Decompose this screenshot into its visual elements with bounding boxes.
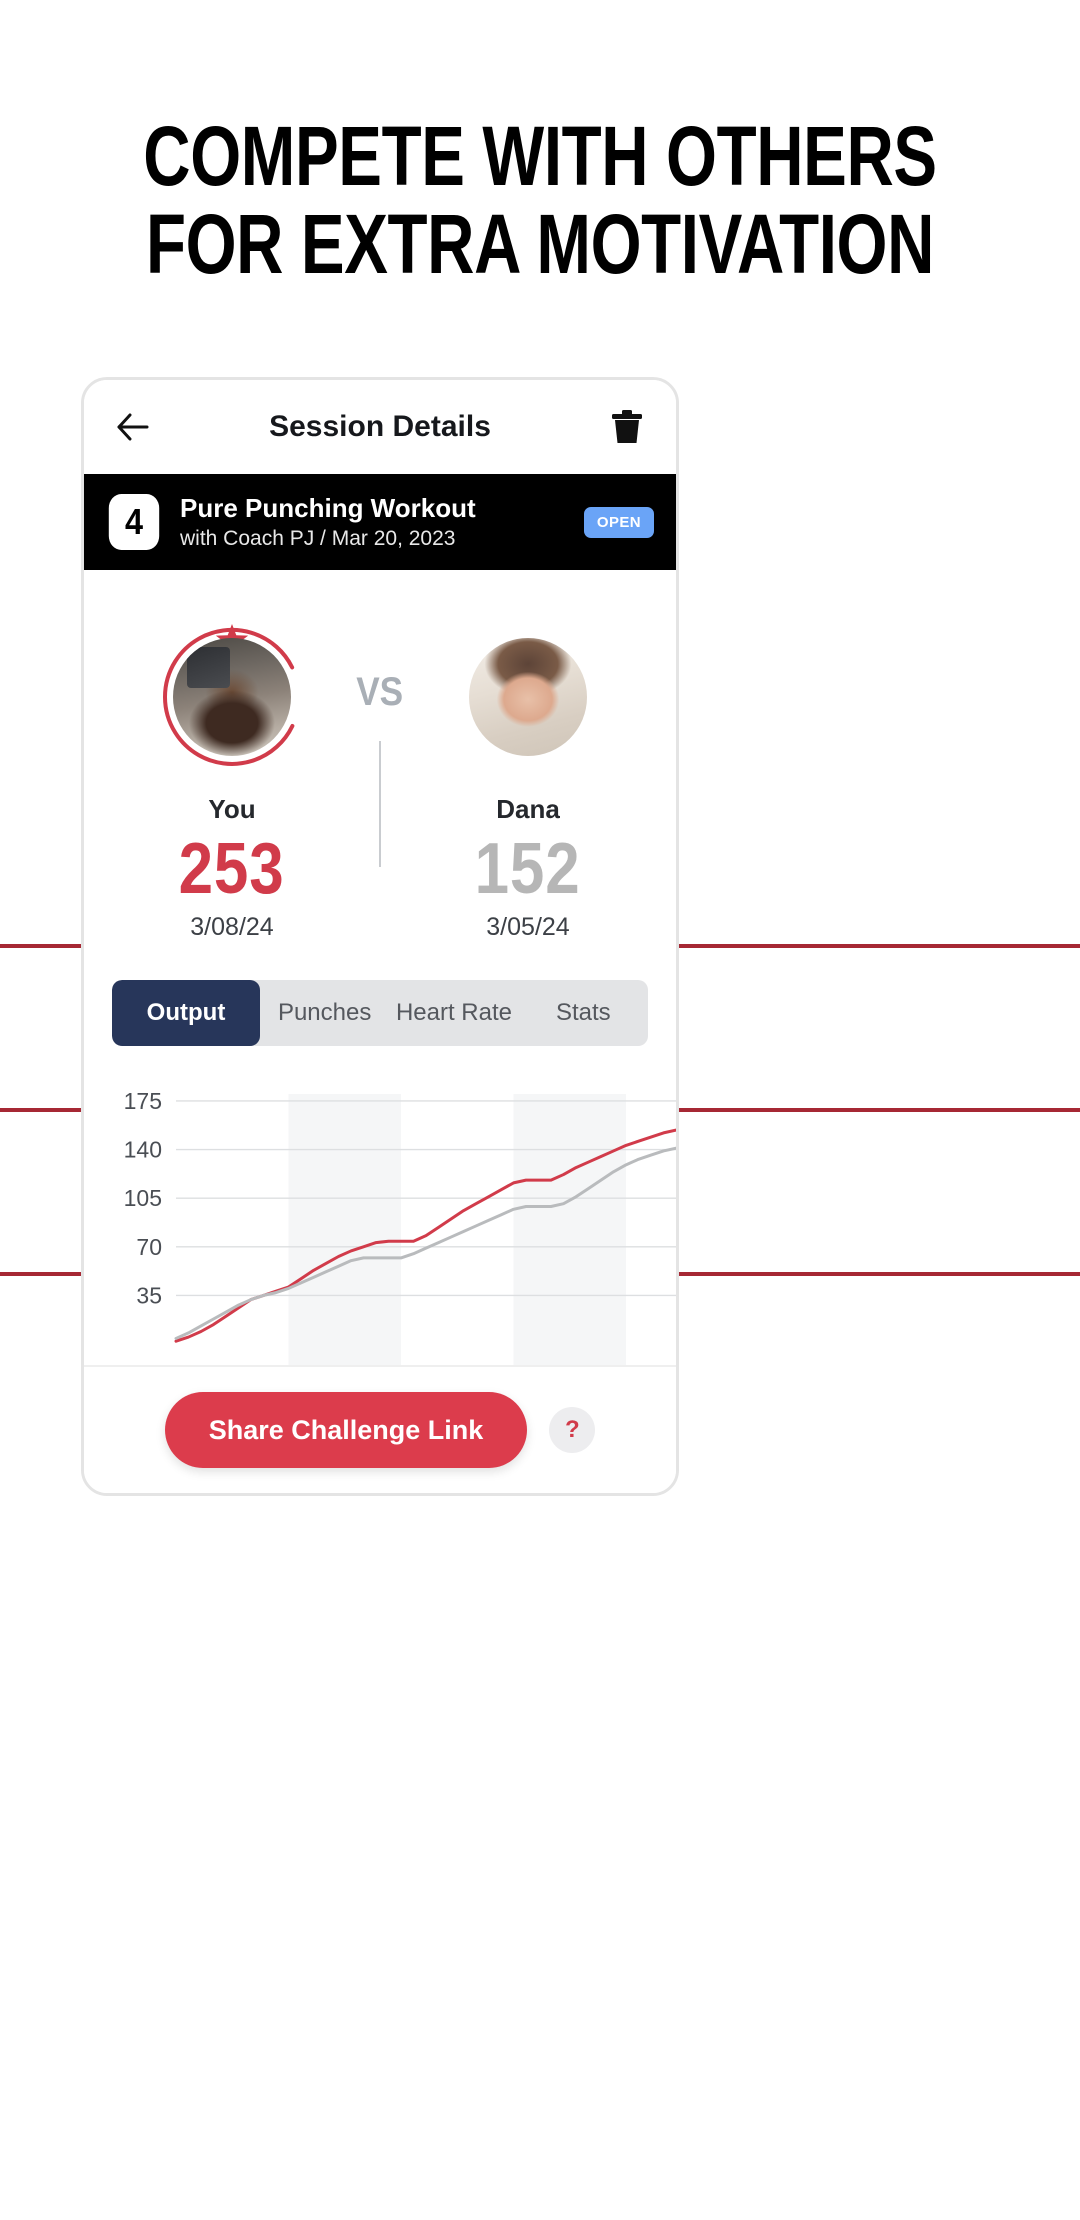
competitor-you[interactable]: You 253 3/08/24 — [84, 622, 380, 942]
help-button[interactable]: ? — [549, 1407, 596, 1453]
chart-band — [513, 1094, 626, 1380]
chart-y-tick-label: 175 — [124, 1088, 162, 1114]
phone-screenshot-card: Session Details 4 Pure Punching Workout … — [81, 377, 679, 1496]
tab-output[interactable]: Output — [112, 980, 260, 1046]
headline-line-1: COMPETE WITH OTHERS — [143, 109, 937, 203]
chart-band — [288, 1094, 401, 1380]
poster-headline: COMPETE WITH OTHERS FOR EXTRA MOTIVATION — [0, 112, 1080, 288]
avatar-wrap-you — [157, 622, 307, 772]
competitor-dana[interactable]: Dana 152 3/05/24 — [380, 622, 676, 942]
competitor-name-you: You — [208, 794, 256, 824]
tab-stats[interactable]: Stats — [519, 980, 648, 1046]
trash-icon — [612, 410, 642, 443]
poster-stage: COMPETE WITH OTHERS FOR EXTRA MOTIVATION… — [0, 0, 1080, 2220]
output-chart: 35 70 105 140 175 — [84, 1080, 676, 1380]
chart-y-tick-label: 35 — [136, 1282, 162, 1308]
workout-title: Pure Punching Workout — [180, 492, 476, 523]
avatar-dana — [469, 638, 587, 756]
competitor-name-dana: Dana — [496, 794, 560, 824]
headline-line-2: FOR EXTRA MOTIVATION — [145, 197, 935, 291]
metric-tabs[interactable]: Output Punches Heart Rate Stats — [112, 980, 648, 1046]
competitor-date-dana: 3/05/24 — [486, 913, 570, 941]
bottom-action-bar: Share Challenge Link ? — [84, 1365, 676, 1493]
versus-section: You 253 3/08/24 Dana 152 3/05/24 VS — [84, 570, 676, 952]
back-button[interactable] — [110, 404, 156, 450]
avatar-you — [173, 638, 291, 756]
workout-subtitle: with Coach PJ / Mar 20, 2023 — [180, 526, 456, 550]
output-chart-svg: 35 70 105 140 175 — [124, 1088, 676, 1380]
delete-session-button[interactable] — [604, 404, 650, 450]
chart-y-tick-label: 105 — [124, 1185, 162, 1211]
competitor-score-you: 253 — [179, 829, 285, 909]
page-title: Session Details — [269, 410, 491, 443]
workout-banner[interactable]: 4 Pure Punching Workout with Coach PJ / … — [84, 474, 676, 570]
status-badge: OPEN — [583, 506, 654, 538]
chart-y-tick-label: 140 — [124, 1137, 162, 1163]
workout-number-badge: 4 — [108, 494, 160, 550]
competitor-score-dana: 152 — [475, 829, 581, 909]
competitor-date-you: 3/08/24 — [190, 913, 274, 941]
chart-y-tick-label: 70 — [136, 1234, 162, 1260]
tab-heart-rate[interactable]: Heart Rate — [389, 980, 518, 1046]
share-challenge-link-button[interactable]: Share Challenge Link — [164, 1392, 528, 1468]
avatar-wrap-dana — [453, 622, 603, 772]
app-navbar: Session Details — [84, 380, 676, 474]
workout-banner-text: Pure Punching Workout with Coach PJ / Ma… — [180, 493, 574, 552]
tab-punches[interactable]: Punches — [260, 980, 389, 1046]
arrow-left-icon — [117, 413, 149, 441]
